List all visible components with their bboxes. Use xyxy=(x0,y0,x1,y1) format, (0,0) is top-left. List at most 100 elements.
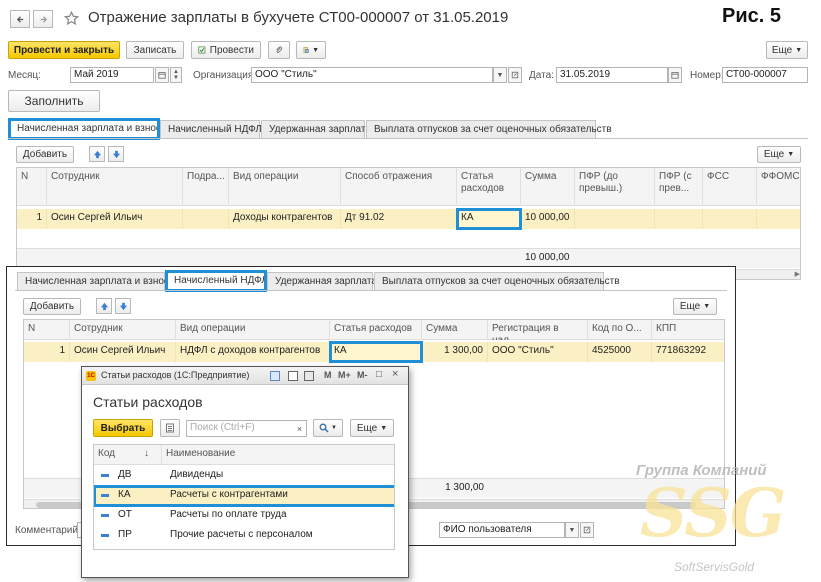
responsible-field[interactable]: ФИО пользователя xyxy=(439,522,565,538)
column-header-pfr-before[interactable]: ПФР (до превыш.) xyxy=(575,168,655,206)
memory-minus-button[interactable]: M- xyxy=(357,370,368,380)
expense-items-dialog: 1С Статьи расходов (1С:Предприятие) M M+… xyxy=(81,366,409,578)
column-header-reflection[interactable]: Способ отражения xyxy=(341,168,457,206)
chevron-down-icon: ▼ xyxy=(331,425,337,431)
cell-kpp: 771863292 xyxy=(652,342,724,362)
calendar-icon[interactable] xyxy=(288,371,298,381)
memory-plus-button[interactable]: M+ xyxy=(338,370,351,380)
organization-dropdown-button[interactable]: ▼ xyxy=(493,67,507,83)
table-footer: 10 000,00 xyxy=(17,248,800,268)
item-name: Прочие расчеты с персоналом xyxy=(170,529,313,540)
responsible-open-button[interactable] xyxy=(580,522,594,538)
tab-accrued-salary[interactable]: Начисленная зарплата и взносы xyxy=(8,118,168,140)
calculator-icon[interactable] xyxy=(304,371,314,381)
column-header-pfr-over[interactable]: ПФР (с прев... xyxy=(655,168,703,206)
dialog-window-title: Статьи расходов (1С:Предприятие) xyxy=(101,370,250,380)
choose-button[interactable]: Выбрать xyxy=(93,419,153,437)
print-menu-button[interactable]: ▼ xyxy=(296,41,326,59)
column-header-amount[interactable]: Сумма xyxy=(422,320,488,340)
memory-button[interactable]: M xyxy=(324,370,332,380)
overlay-tab-accrued-salary[interactable]: Начисленная зарплата и взносы xyxy=(17,272,176,290)
column-header-code[interactable]: Код xyxy=(94,445,140,465)
column-header-n[interactable]: N xyxy=(24,320,70,340)
organization-open-button[interactable] xyxy=(508,67,522,83)
star-icon[interactable] xyxy=(64,11,79,26)
list-item[interactable]: ПР Прочие расчеты с персоналом xyxy=(94,526,394,546)
month-field[interactable]: Май 2019 xyxy=(70,67,154,83)
arrow-up-icon xyxy=(100,302,108,310)
table-row[interactable]: 1 Осин Сергей Ильич Доходы контрагентов … xyxy=(17,208,800,230)
move-down-button[interactable] xyxy=(108,146,124,162)
date-calendar-button[interactable] xyxy=(668,67,682,83)
column-header-name[interactable]: Наименование xyxy=(162,445,394,465)
back-button[interactable] xyxy=(10,10,30,28)
overlay-move-down-button[interactable] xyxy=(115,298,131,314)
column-header-oktmo[interactable]: Код по О... xyxy=(588,320,652,340)
column-header-department[interactable]: Подра... xyxy=(183,168,229,206)
add-row-button[interactable]: Добавить xyxy=(16,146,74,163)
clear-search-button[interactable]: × xyxy=(293,420,307,437)
column-header-kpp[interactable]: КПП xyxy=(652,320,724,340)
cell-expense-item[interactable]: КА xyxy=(456,208,522,230)
dialog-more-button[interactable]: Еще ▼ xyxy=(350,419,394,437)
item-name: Расчеты по оплате труда xyxy=(170,509,287,520)
save-icon[interactable] xyxy=(270,371,280,381)
column-header-n[interactable]: N xyxy=(17,168,47,206)
save-button[interactable]: Записать xyxy=(126,41,184,59)
column-header-fss[interactable]: ФСС xyxy=(703,168,757,206)
overlay-move-up-button[interactable] xyxy=(96,298,112,314)
overlay-more-button[interactable]: Еще ▼ xyxy=(673,298,717,315)
forward-button[interactable] xyxy=(33,10,53,28)
organization-field[interactable]: ООО "Стиль" xyxy=(251,67,493,83)
column-header-expense-item[interactable]: Статья расходов xyxy=(330,320,422,340)
table-more-button[interactable]: Еще ▼ xyxy=(757,146,801,163)
sort-desc-icon[interactable]: ↓ xyxy=(140,445,162,465)
more-button[interactable]: Еще ▼ xyxy=(766,41,808,59)
month-spinner[interactable]: ▲ ▼ xyxy=(170,67,182,83)
column-header-operation[interactable]: Вид операции xyxy=(176,320,330,340)
document-title: Отражение зарплаты в бухучете СТ00-00000… xyxy=(88,9,509,26)
date-field[interactable]: 31.05.2019 xyxy=(556,67,668,83)
close-icon[interactable]: × xyxy=(392,368,398,380)
tab-withheld-salary[interactable]: Удержанная зарплата xyxy=(261,120,371,138)
column-header-employee[interactable]: Сотрудник xyxy=(47,168,183,206)
search-placeholder: Поиск (Ctrl+F) xyxy=(190,422,255,433)
item-icon xyxy=(101,494,109,497)
tab-accrued-ndfl[interactable]: Начисленный НДФЛ xyxy=(160,120,262,138)
cell-expense-item[interactable]: КА xyxy=(329,341,423,363)
fill-button[interactable]: Заполнить xyxy=(8,90,100,112)
scroll-right-icon[interactable]: ▶ xyxy=(795,270,800,278)
column-header-tax-registration[interactable]: Регистрация в нал... xyxy=(488,320,588,340)
search-button[interactable]: ▼ xyxy=(313,419,343,437)
comment-label: Комментарий: xyxy=(15,525,81,536)
move-up-button[interactable] xyxy=(89,146,105,162)
watermark-ssg: SSG xyxy=(640,474,786,552)
overlay-tab-vacation-payments[interactable]: Выплата отпусков за счет оценочных обяза… xyxy=(374,272,620,290)
arrow-up-icon xyxy=(93,150,101,158)
list-settings-button[interactable] xyxy=(160,419,180,437)
overlay-add-row-button[interactable]: Добавить xyxy=(23,298,81,315)
calendar-button[interactable] xyxy=(155,67,169,83)
list-item[interactable]: ДВ Дивиденды xyxy=(94,466,394,486)
list-item[interactable]: ОТ Расчеты по оплате труда xyxy=(94,506,394,526)
cell-fss xyxy=(703,209,757,229)
column-header-amount[interactable]: Сумма xyxy=(521,168,575,206)
attach-button[interactable] xyxy=(268,41,290,59)
column-header-employee[interactable]: Сотрудник xyxy=(70,320,176,340)
post-and-close-button[interactable]: Провести и закрыть xyxy=(8,41,120,59)
number-field[interactable]: СТ00-000007 xyxy=(722,67,808,83)
column-header-expense-item[interactable]: Статья расходов xyxy=(457,168,521,206)
table-row[interactable]: 1 Осин Сергей Ильич НДФЛ с доходов контр… xyxy=(24,341,724,363)
search-input[interactable]: Поиск (Ctrl+F) xyxy=(186,420,298,437)
item-code: КА xyxy=(118,489,131,500)
cell-pfr-over xyxy=(655,209,703,229)
column-header-ffoms[interactable]: ФФОМС xyxy=(757,168,800,206)
overlay-tab-accrued-ndfl[interactable]: Начисленный НДФЛ xyxy=(165,270,268,292)
minimize-icon[interactable]: □ xyxy=(376,369,382,380)
overlay-tab-withheld-salary[interactable]: Удержанная зарплата xyxy=(267,272,377,290)
tab-vacation-payments[interactable]: Выплата отпусков за счет оценочных обяза… xyxy=(366,120,612,138)
list-item-selected[interactable]: КА Расчеты с контрагентами xyxy=(94,485,394,507)
responsible-dropdown-button[interactable]: ▼ xyxy=(565,522,579,538)
column-header-operation[interactable]: Вид операции xyxy=(229,168,341,206)
post-button[interactable]: Провести xyxy=(191,41,261,59)
